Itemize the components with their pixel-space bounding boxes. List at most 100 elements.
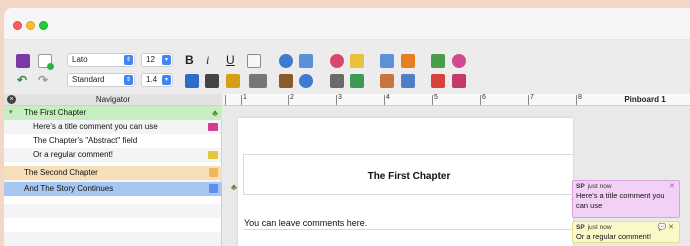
character-icon: ♣ [212,108,218,118]
book-icon[interactable] [279,74,293,88]
disclosure-triangle-icon[interactable]: ▾ [9,106,13,120]
character-sheet-icon[interactable] [350,74,364,88]
ruler-number: 5 [434,94,438,101]
font-size-icon[interactable] [330,74,344,88]
maximize-window-button[interactable] [39,21,48,30]
navigator-header: × Navigator [4,94,222,106]
chevron-updown-icon: ⇕ [124,75,133,85]
footnote-icon[interactable] [299,54,313,68]
comment-highlight [243,229,573,230]
navigator-title: Navigator [95,95,131,104]
grid-icon[interactable] [401,74,415,88]
compile-icon[interactable] [431,54,445,68]
ruler-tick [432,95,433,105]
nav-item-label: Here's a title comment you can use [33,122,158,131]
table-icon[interactable] [380,74,394,88]
ruler: 1 2 3 4 5 6 7 8 Pinboard 1 [223,94,690,106]
nav-item-title-comment[interactable]: Here's a title comment you can use [4,120,222,134]
comment-icon[interactable] [350,54,364,68]
ruler-number: 6 [482,94,486,101]
font-size-select[interactable]: 12 ▾ [141,53,173,67]
chevron-updown-icon: ⇕ [124,55,133,65]
nav-item-first-chapter[interactable]: ▾ The First Chapter ♣ [4,106,222,120]
comment-card-pink[interactable]: SP just now ✕ Here's a title comment you … [572,180,680,218]
new-document-icon[interactable] [38,54,54,70]
reply-icon[interactable]: 💬 [657,224,666,231]
ruler-tick [225,95,226,105]
save-icon[interactable] [16,54,30,68]
nav-item-label: And The Story Continues [24,184,114,193]
close-window-button[interactable] [13,21,22,30]
nav-item-label: The Second Chapter [24,168,98,177]
pdf-icon[interactable] [431,74,445,88]
annotation-icon[interactable] [279,54,293,68]
font-family-value: Lato [72,55,88,64]
line-spacing-select[interactable]: 1.4 ▾ [141,73,173,87]
film-icon[interactable] [205,74,219,88]
nav-item-label: The First Chapter [24,108,87,117]
chart-icon[interactable] [401,54,415,68]
media-icon[interactable] [185,74,199,88]
navigator-panel: ▾ The First Chapter ♣ Here's a title com… [4,106,222,246]
chapter-title[interactable]: The First Chapter [244,171,574,182]
close-navigator-icon[interactable]: × [7,95,16,104]
underline-button[interactable]: U [226,52,235,68]
italic-button[interactable]: i [206,52,209,68]
nav-item-regular-comment[interactable]: Or a regular comment! [4,148,222,162]
ruler-number: 7 [530,94,534,101]
ruler-tick [576,95,577,105]
body-text[interactable]: You can leave comments here. [244,218,367,228]
redo-icon[interactable]: ↷ [38,72,48,88]
person-icon[interactable] [299,74,313,88]
find-icon[interactable] [330,54,344,68]
ruler-number: 4 [386,94,390,101]
orange-tag-icon [209,168,218,177]
list-format-icon[interactable] [249,74,267,88]
title-comment-anchor: The First Chapter [243,154,573,195]
ruler-tick [528,95,529,105]
comment-pink-icon [208,123,218,131]
target-icon[interactable] [452,54,466,68]
ruler-tick [336,95,337,105]
nav-item-abstract[interactable]: The Chapter's "Abstract" field [4,134,222,148]
chevron-down-icon: ▾ [162,75,171,85]
document-page[interactable]: The First Chapter You can leave comments… [238,118,573,246]
ruler-tick [384,95,385,105]
text-color-icon[interactable] [247,54,261,68]
comment-header: SP just now 💬 ✕ [576,223,676,232]
undo-icon[interactable]: ↶ [17,72,27,88]
comment-time: just now [587,183,612,190]
ruler-tick [480,95,481,105]
minimize-window-button[interactable] [26,21,35,30]
comment-text[interactable]: Or a regular comment! [576,232,676,242]
comment-header: SP just now ✕ [576,182,676,191]
close-comment-icon[interactable]: ✕ [668,224,674,231]
ruler-tick [288,95,289,105]
comment-yellow-icon [208,151,218,159]
nav-item-second-chapter[interactable]: The Second Chapter [4,166,222,180]
title-bar [4,8,690,40]
toolbar: Lato ⇕ 12 ▾ B i U ↶ ↷ Standard ⇕ 1.4 ▾ [4,50,690,94]
line-spacing-value: 1.4 [146,75,158,84]
pinboard-label[interactable]: Pinboard 1 [600,94,690,106]
blue-tag-icon [209,184,218,193]
key-icon[interactable] [226,74,240,88]
toolbar-row-2: ↶ ↷ Standard ⇕ 1.4 ▾ [4,72,690,90]
bold-button[interactable]: B [185,52,194,68]
toolbar-row-1: Lato ⇕ 12 ▾ B i U [4,52,690,70]
comment-text[interactable]: Here's a title comment you can use [576,191,676,211]
ruler-number: 8 [578,94,582,101]
ruler-tick [241,95,242,105]
insert-table-icon[interactable] [380,54,394,68]
paragraph-style-select[interactable]: Standard ⇕ [67,73,135,87]
comment-card-yellow[interactable]: SP just now 💬 ✕ Or a regular comment! [572,221,680,243]
ruler-number: 3 [338,94,342,101]
paragraph-style-value: Standard [72,75,105,84]
comment-author: SP [576,224,585,231]
close-comment-icon[interactable]: ✕ [669,182,675,191]
export-icon[interactable] [452,74,466,88]
character-margin-icon: ♣ [231,182,237,192]
font-family-select[interactable]: Lato ⇕ [67,53,135,67]
nav-item-story-continues[interactable]: And The Story Continues [4,182,222,196]
nav-item-label: Or a regular comment! [33,150,114,159]
